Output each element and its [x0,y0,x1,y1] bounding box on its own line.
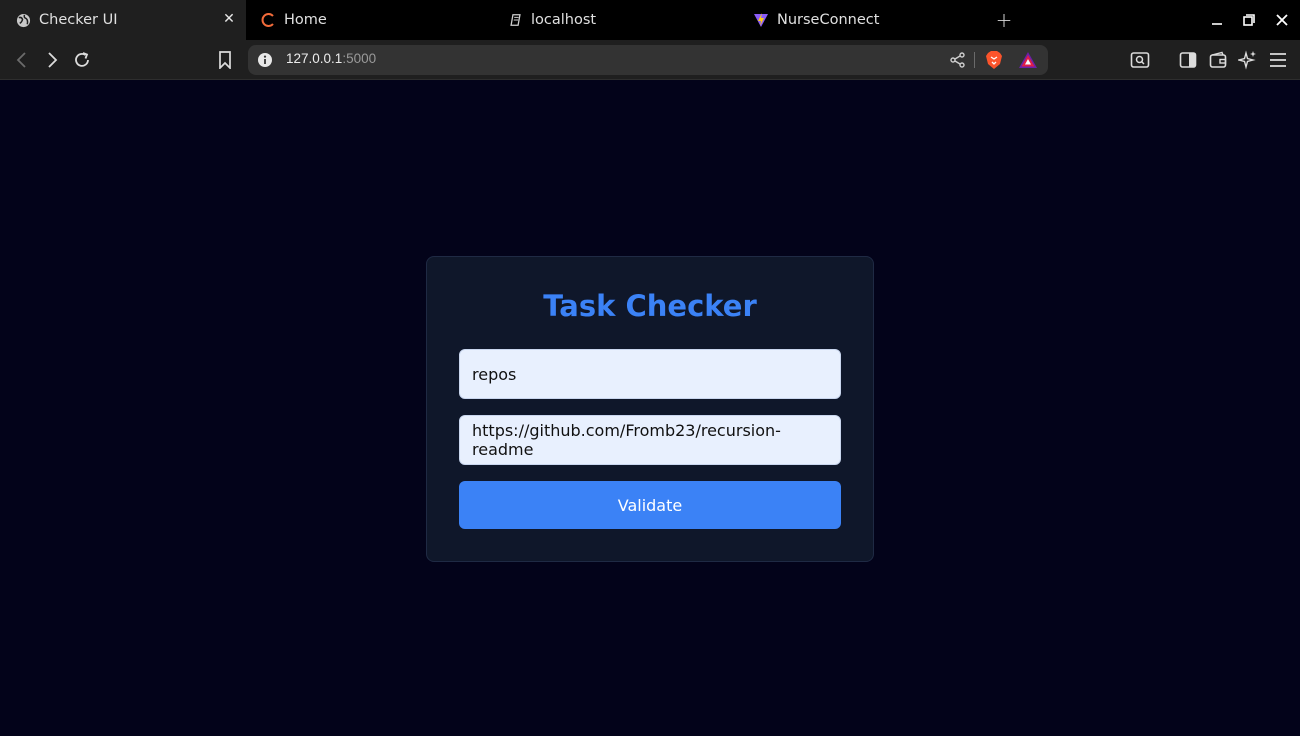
restore-icon[interactable] [1239,10,1259,30]
tab-bar: Checker UI ✕ Home localhost NurseConnect… [0,0,1300,40]
forward-icon[interactable] [40,48,64,72]
page-viewport: Task Checker repos https://github.com/Fr… [0,81,1300,736]
leo-search-icon[interactable] [1128,48,1152,72]
tab-title: NurseConnect [777,12,880,28]
task-checker-card: Task Checker repos https://github.com/Fr… [426,256,874,562]
tab-checker-ui[interactable]: Checker UI ✕ [0,0,246,40]
new-tab-button[interactable]: + [994,10,1014,30]
tab-home[interactable]: Home [260,0,327,40]
tab-title: localhost [531,12,597,28]
bookmark-icon[interactable] [213,48,237,72]
tab-title: Home [284,12,327,28]
brave-shields-icon[interactable] [985,50,1003,74]
address-bar[interactable]: 127.0.0.1:5000 [248,45,1048,75]
document-icon [507,12,523,28]
leo-ai-icon[interactable] [1236,48,1260,72]
reload-icon[interactable] [70,48,94,72]
tab-nurseconnect[interactable]: NurseConnect [753,0,879,40]
wallet-icon[interactable] [1206,48,1230,72]
url-text: 127.0.0.1:5000 [286,51,377,66]
close-tab-icon[interactable]: ✕ [221,11,237,27]
close-window-icon[interactable] [1272,10,1292,30]
back-icon[interactable] [10,48,34,72]
minimize-icon[interactable] [1207,10,1227,30]
menu-icon[interactable] [1266,48,1290,72]
url-separator [974,52,975,68]
browser-toolbar: 127.0.0.1:5000 [0,40,1300,80]
tab-title: Checker UI [39,12,118,28]
repo-name-input[interactable]: repos [459,349,841,399]
brave-rewards-icon[interactable] [1018,51,1038,73]
validate-button[interactable]: Validate [459,481,841,529]
repo-url-input[interactable]: https://github.com/Fromb23/recursion-rea… [459,415,841,465]
arc-logo-icon [260,12,276,28]
globe-icon [15,12,31,28]
page-title: Task Checker [543,289,757,323]
share-icon[interactable] [949,51,967,73]
tab-localhost[interactable]: localhost [507,0,596,40]
site-info-icon[interactable] [257,52,273,72]
sidebar-icon[interactable] [1176,48,1200,72]
vite-logo-icon [753,12,769,28]
